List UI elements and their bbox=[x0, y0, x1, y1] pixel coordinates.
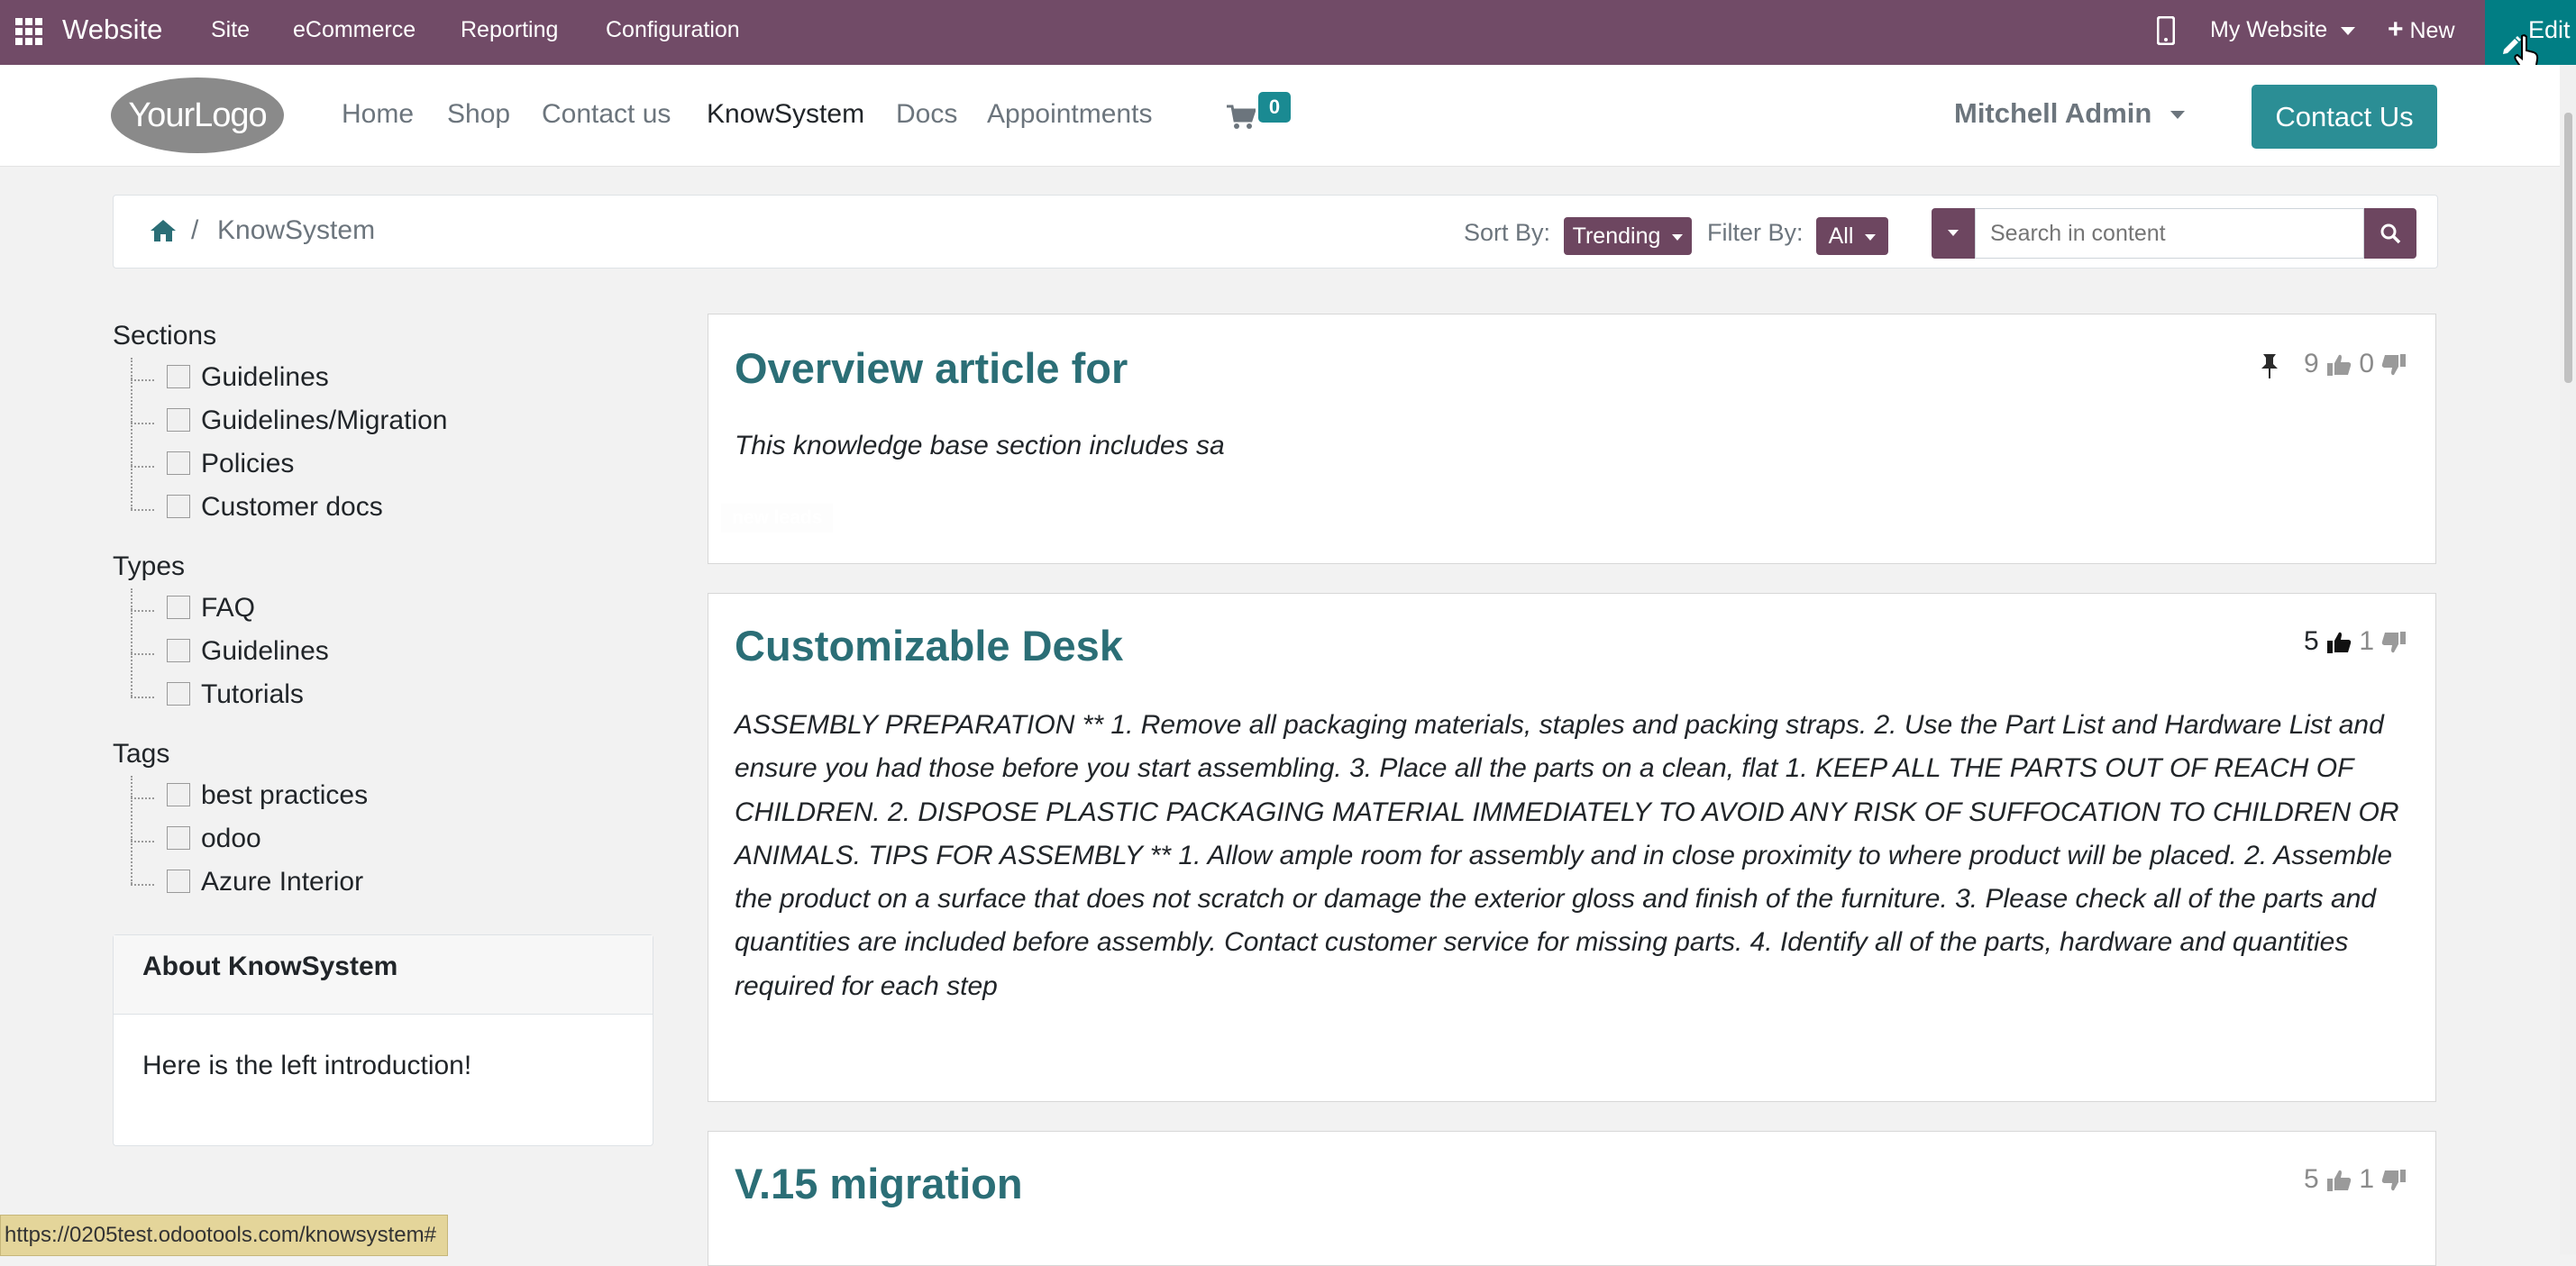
article-title[interactable]: Overview article for bbox=[735, 343, 1128, 393]
article-card[interactable]: Customizable Desk 5 1 ASSEMBLY PREPARATI… bbox=[708, 593, 2436, 1102]
vote-counts: 5 1 bbox=[2304, 1164, 2407, 1195]
likes-count: 5 bbox=[2304, 626, 2319, 656]
checkbox[interactable] bbox=[167, 451, 190, 475]
filter-value: All bbox=[1828, 223, 1854, 249]
sort-dropdown[interactable]: Trending bbox=[1564, 217, 1692, 255]
contact-us-button[interactable]: Contact Us bbox=[2252, 85, 2437, 149]
article-title[interactable]: V.15 migration bbox=[735, 1159, 1023, 1208]
user-menu[interactable]: Mitchell Admin bbox=[1954, 97, 2185, 130]
nav-shop[interactable]: Shop bbox=[447, 99, 510, 130]
about-text: Here is the left introduction! bbox=[142, 1051, 472, 1080]
search-icon bbox=[2380, 223, 2401, 250]
dislikes-count: 0 bbox=[2359, 349, 2375, 378]
chevron-down-icon bbox=[2170, 111, 2185, 120]
nav-contact-us[interactable]: Contact us bbox=[542, 99, 671, 130]
likes-count: 5 bbox=[2304, 1164, 2319, 1194]
thumbs-down-icon[interactable] bbox=[2381, 1164, 2407, 1194]
filter-by-label: Filter By: bbox=[1707, 219, 1804, 246]
site-header: YourLogo Home Shop Contact us KnowSystem… bbox=[0, 65, 2560, 167]
new-button[interactable]: + New bbox=[2388, 0, 2455, 65]
about-card: About KnowSystem Here is the left introd… bbox=[113, 934, 653, 1146]
sections-title: Sections bbox=[113, 321, 217, 351]
type-item[interactable]: Tutorials bbox=[131, 653, 509, 718]
mobile-preview-icon[interactable] bbox=[2156, 15, 2176, 50]
checkbox[interactable] bbox=[167, 783, 190, 806]
nav-docs[interactable]: Docs bbox=[896, 99, 957, 130]
checkbox[interactable] bbox=[167, 826, 190, 850]
tag-item[interactable]: Azure Interior bbox=[131, 841, 509, 906]
dislikes-count: 1 bbox=[2359, 1164, 2375, 1194]
checkbox[interactable] bbox=[167, 682, 190, 706]
article-card[interactable]: V.15 migration 5 1 bbox=[708, 1131, 2436, 1266]
breadcrumb-separator: / bbox=[191, 215, 199, 245]
website-selector-label: My Website bbox=[2210, 17, 2328, 42]
nav-home[interactable]: Home bbox=[342, 99, 414, 130]
nav-knowsystem[interactable]: KnowSystem bbox=[707, 99, 864, 130]
article-card[interactable]: Overview article for 9 0 This knowledge … bbox=[708, 314, 2436, 564]
section-item[interactable]: Customer docs bbox=[131, 466, 509, 531]
cart-icon[interactable] bbox=[1227, 105, 1257, 134]
breadcrumb-bar: / KnowSystem Sort By: Trending Filter By… bbox=[113, 195, 2438, 269]
about-title: About KnowSystem bbox=[114, 935, 653, 1015]
new-button-label: New bbox=[2409, 18, 2455, 43]
cart-count-badge: 0 bbox=[1258, 92, 1291, 123]
menu-configuration[interactable]: Configuration bbox=[606, 0, 740, 65]
tag-item[interactable]: odoo bbox=[131, 797, 509, 862]
admin-bar: Website Site eCommerce Reporting Configu… bbox=[0, 0, 2576, 65]
apps-menu-icon[interactable] bbox=[15, 18, 42, 45]
article-tag[interactable]: new leads bbox=[721, 504, 834, 533]
chevron-down-icon bbox=[2341, 26, 2356, 35]
nav-appointments[interactable]: Appointments bbox=[987, 99, 1152, 130]
filter-dropdown[interactable]: All bbox=[1816, 217, 1888, 255]
home-icon[interactable] bbox=[150, 219, 177, 247]
article-title[interactable]: Customizable Desk bbox=[735, 621, 1123, 670]
type-item[interactable]: Guidelines bbox=[131, 610, 509, 675]
checkbox[interactable] bbox=[167, 365, 190, 388]
site-logo[interactable]: YourLogo bbox=[111, 77, 284, 153]
admin-brand[interactable]: Website bbox=[62, 0, 162, 65]
tags-title: Tags bbox=[113, 739, 170, 769]
types-title: Types bbox=[113, 551, 186, 581]
vote-counts: 9 0 bbox=[2304, 349, 2407, 379]
sort-value: Trending bbox=[1572, 223, 1661, 249]
chevron-down-icon bbox=[1865, 233, 1877, 241]
search-input[interactable] bbox=[1975, 208, 2364, 259]
checkbox[interactable] bbox=[167, 495, 190, 518]
plus-icon: + bbox=[2388, 14, 2404, 44]
section-item[interactable]: Guidelines/Migration bbox=[131, 379, 509, 444]
thumbs-down-icon[interactable] bbox=[2381, 626, 2407, 656]
tag-item[interactable]: best practices bbox=[131, 776, 509, 819]
chevron-down-icon bbox=[1672, 233, 1684, 241]
menu-reporting[interactable]: Reporting bbox=[461, 0, 558, 65]
pin-icon bbox=[2260, 352, 2279, 384]
checkbox[interactable] bbox=[167, 870, 190, 893]
menu-site[interactable]: Site bbox=[211, 0, 250, 65]
vote-counts: 5 1 bbox=[2304, 626, 2407, 657]
search-button[interactable] bbox=[2364, 208, 2416, 259]
dislikes-count: 1 bbox=[2359, 626, 2375, 656]
thumbs-up-icon[interactable] bbox=[2326, 626, 2352, 656]
article-excerpt: This knowledge base section includes sa bbox=[735, 431, 1225, 460]
checkbox[interactable] bbox=[167, 639, 190, 662]
thumbs-up-icon[interactable] bbox=[2326, 349, 2352, 378]
thumbs-down-icon[interactable] bbox=[2381, 349, 2407, 378]
section-item[interactable]: Policies bbox=[131, 423, 509, 487]
chevron-down-icon bbox=[1948, 230, 1959, 236]
checkbox[interactable] bbox=[167, 408, 190, 432]
type-item[interactable]: FAQ bbox=[131, 588, 509, 632]
thumbs-up-icon[interactable] bbox=[2326, 1164, 2352, 1194]
section-item[interactable]: Guidelines bbox=[131, 358, 509, 401]
checkbox[interactable] bbox=[167, 596, 190, 619]
breadcrumb-current: KnowSystem bbox=[217, 215, 376, 245]
scrollbar-thumb[interactable] bbox=[2564, 113, 2572, 383]
website-selector[interactable]: My Website bbox=[2210, 0, 2356, 65]
user-name: Mitchell Admin bbox=[1954, 97, 2152, 129]
menu-ecommerce[interactable]: eCommerce bbox=[293, 0, 416, 65]
search-options-toggle[interactable] bbox=[1932, 208, 1975, 259]
article-excerpt: ASSEMBLY PREPARATION ** 1. Remove all pa… bbox=[735, 710, 2399, 1001]
status-url-tooltip: https://0205test.odootools.com/knowsyste… bbox=[0, 1215, 448, 1256]
sort-by-label: Sort By: bbox=[1464, 219, 1551, 246]
likes-count: 9 bbox=[2304, 349, 2319, 378]
